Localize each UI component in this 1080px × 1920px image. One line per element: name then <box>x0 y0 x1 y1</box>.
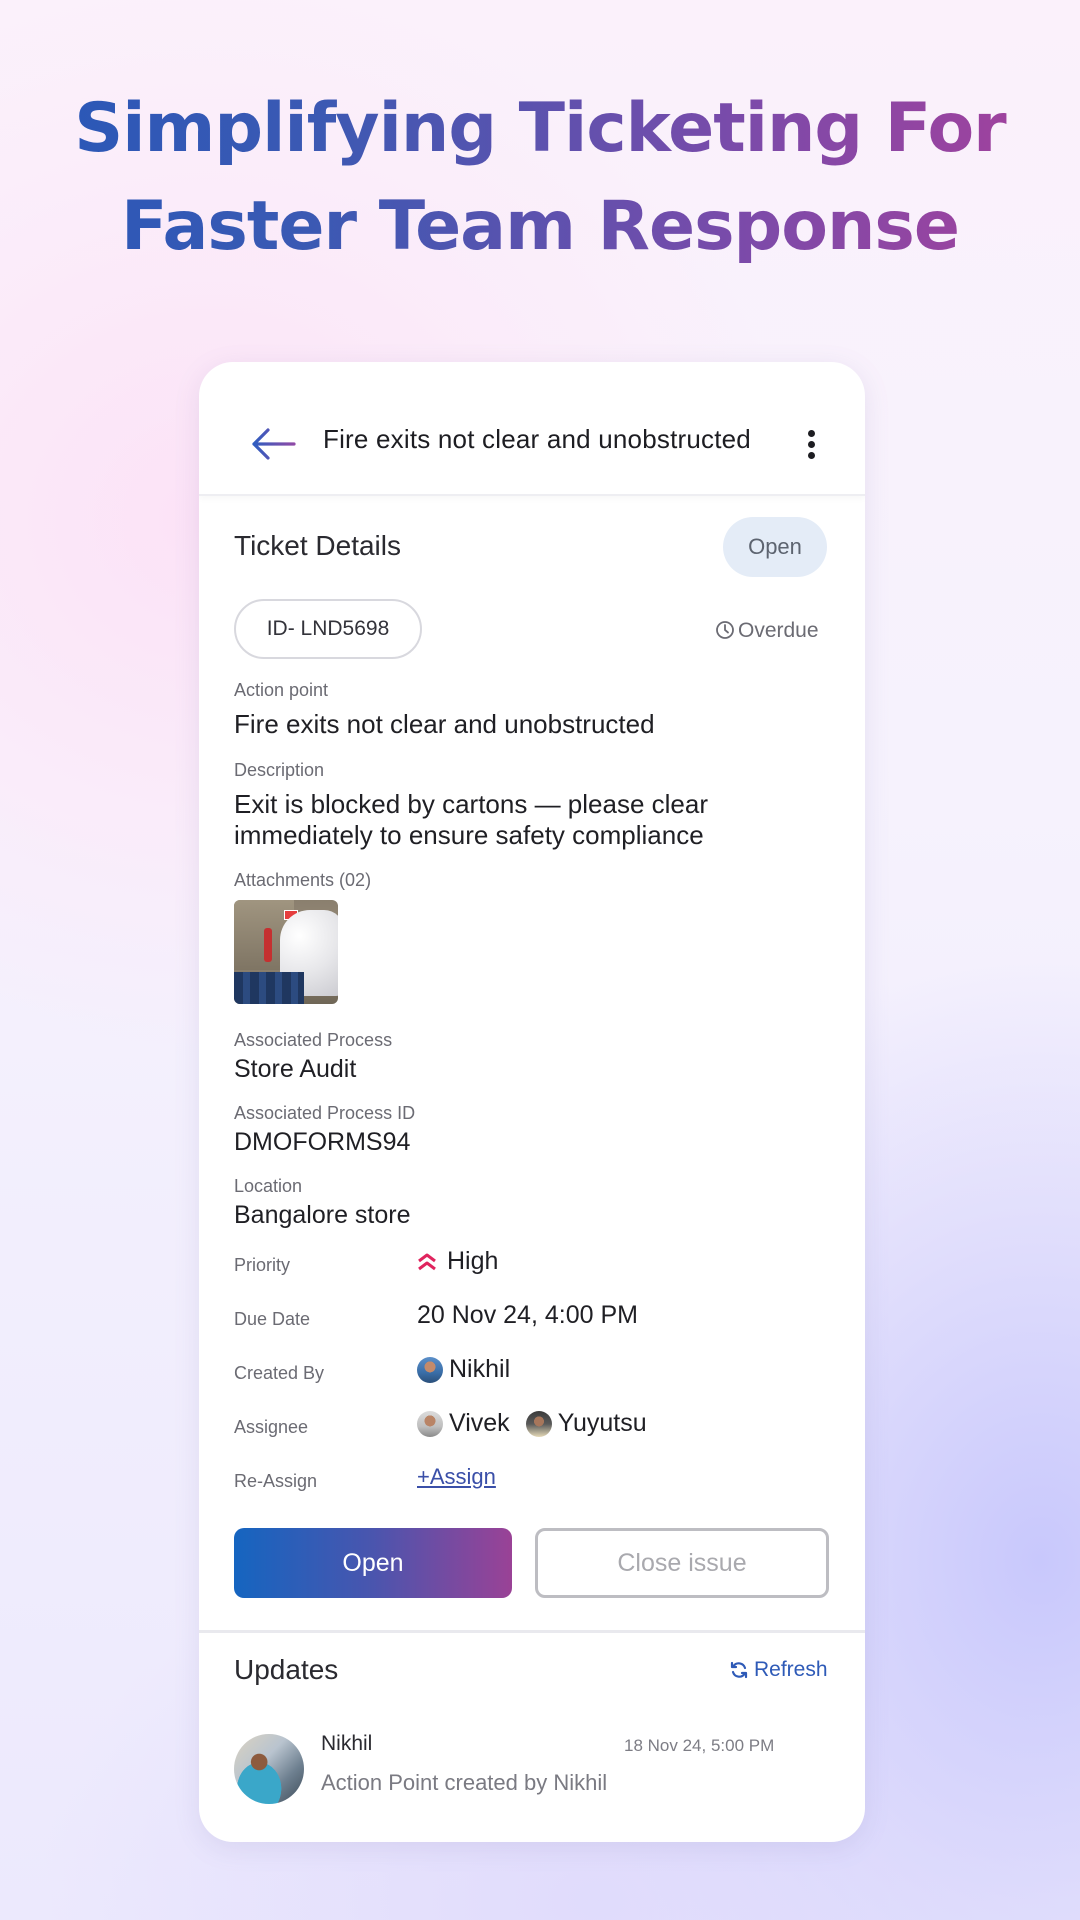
due-date-label: Due Date <box>234 1309 311 1329</box>
refresh-icon <box>730 1661 748 1679</box>
ticket-card: Fire exits not clear and unobstructed Ti… <box>199 362 865 1842</box>
promo-headline: Simplifying Ticketing For Faster Team Re… <box>0 80 1080 276</box>
page-title: Fire exits not clear and unobstructed <box>323 424 751 454</box>
avatar <box>417 1356 443 1383</box>
created-by-value: Nikhil <box>417 1355 510 1384</box>
avatar <box>234 1734 304 1804</box>
due-date-value: 20 Nov 24, 4:00 PM <box>417 1301 638 1330</box>
priority-text: High <box>447 1247 499 1275</box>
headline-line-2: Faster Team Response <box>121 187 959 266</box>
priority-high-icon <box>418 1253 436 1270</box>
due-date-text: 20 Nov 24, 4:00 PM <box>417 1301 638 1329</box>
assignee-name: Vivek <box>449 1409 510 1437</box>
description-label: Description <box>234 760 325 780</box>
overdue-label: Overdue <box>738 619 819 642</box>
priority-value: High <box>417 1247 498 1276</box>
more-vertical-icon[interactable] <box>805 430 817 462</box>
assignee-name: Yuyutsu <box>557 1409 647 1437</box>
update-author: Nikhil <box>321 1732 373 1755</box>
top-app-bar: Fire exits not clear and unobstructed <box>199 362 865 496</box>
refresh-label: Refresh <box>754 1658 828 1681</box>
update-timestamp: 18 Nov 24, 5:00 PM <box>624 1736 775 1755</box>
location-value: Bangalore store <box>234 1201 411 1229</box>
reassign-label: Re-Assign <box>234 1471 318 1491</box>
created-by-label: Created By <box>234 1363 325 1383</box>
priority-label: Priority <box>234 1255 291 1275</box>
action-point-label: Action point <box>234 680 329 700</box>
associated-process-id-value: DMOFORMS94 <box>234 1128 411 1156</box>
status-badge: Open <box>723 517 827 577</box>
open-button[interactable]: Open <box>234 1528 512 1598</box>
avatar <box>525 1410 552 1437</box>
associated-process-value: Store Audit <box>234 1055 357 1083</box>
action-point-value: Fire exits not clear and unobstructed <box>234 709 655 739</box>
associated-process-label: Associated Process <box>234 1030 393 1050</box>
description-value: Exit is blocked by cartons — please clea… <box>234 789 708 850</box>
overdue-indicator: Overdue <box>715 619 819 643</box>
assign-link[interactable]: +Assign <box>417 1464 496 1490</box>
section-divider <box>199 1630 865 1633</box>
avatar <box>417 1410 443 1437</box>
headline-line-1: Simplifying Ticketing For <box>74 89 1006 168</box>
attachments-label: Attachments (02) <box>234 870 372 890</box>
clock-icon <box>716 621 734 639</box>
location-label: Location <box>234 1176 303 1196</box>
updates-title: Updates <box>234 1654 339 1685</box>
update-text: Action Point created by Nikhil <box>321 1770 608 1795</box>
reassign-value: +Assign <box>417 1464 496 1490</box>
assignee-label: Assignee <box>234 1417 309 1437</box>
assignee-value: Vivek Yuyutsu <box>417 1409 647 1438</box>
close-issue-button[interactable]: Close issue <box>535 1528 829 1598</box>
attachment-thumbnail[interactable] <box>234 900 338 1004</box>
ticket-details-title: Ticket Details <box>234 530 402 561</box>
associated-process-id-label: Associated Process ID <box>234 1103 416 1123</box>
refresh-button[interactable]: Refresh <box>729 1658 828 1682</box>
created-by-name: Nikhil <box>449 1355 511 1383</box>
ticket-id-chip: ID- LND5698 <box>234 599 422 659</box>
arrow-left-icon[interactable] <box>250 424 296 464</box>
